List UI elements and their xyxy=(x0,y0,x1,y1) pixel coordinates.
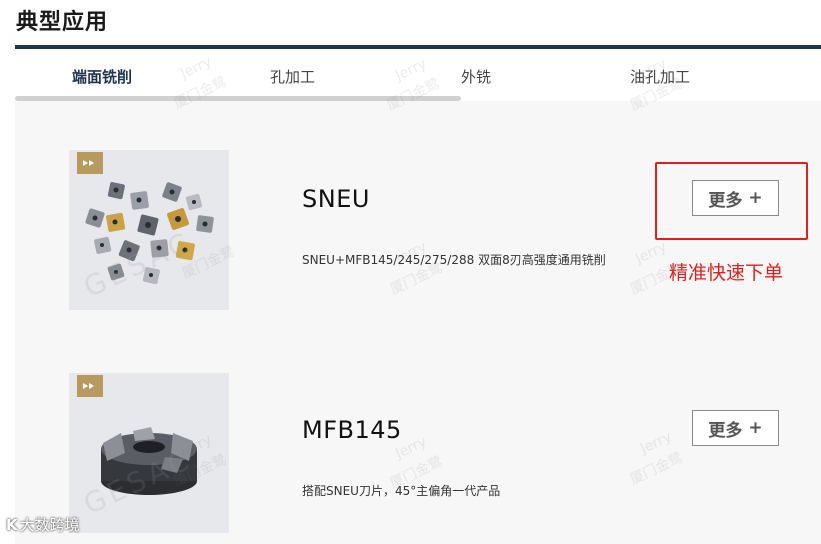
milling-cutter-illustration xyxy=(101,427,197,495)
page-title: 典型应用 xyxy=(16,10,109,35)
product-image-inserts[interactable] xyxy=(69,150,229,310)
logo-text: 大数跨境 xyxy=(19,516,80,534)
product-name[interactable]: SNEU xyxy=(302,185,370,213)
inserts-illustration xyxy=(85,182,214,285)
more-button[interactable]: 更多 + xyxy=(692,410,779,446)
highlight-box xyxy=(655,162,808,240)
product-description: 搭配SNEU刀片，45°主偏角一代产品 xyxy=(302,484,501,498)
tab-hole-machining[interactable]: 孔加工 xyxy=(270,66,315,87)
tab-face-milling[interactable]: 端面铣削 xyxy=(72,66,132,87)
product-image-cutter[interactable] xyxy=(69,373,229,533)
category-tabs: 端面铣削 孔加工 外铣 油孔加工 xyxy=(15,49,821,101)
tab-oil-hole-machining[interactable]: 油孔加工 xyxy=(630,66,690,87)
annotation-text: 精准快速下单 xyxy=(669,262,784,284)
plus-icon: + xyxy=(748,418,763,438)
logo-icon: K xyxy=(6,516,18,534)
corner-logo: K 大数跨境 xyxy=(6,514,80,535)
tab-external-milling[interactable]: 外铣 xyxy=(461,66,491,87)
product-name[interactable]: MFB145 xyxy=(302,416,402,444)
more-button-label: 更多 xyxy=(708,420,743,441)
product-description: SNEU+MFB145/245/275/288 双面8刃高强度通用铣削 xyxy=(302,253,606,267)
product-card: MFB145 搭配SNEU刀片，45°主偏角一代产品 更多 + xyxy=(15,373,821,543)
